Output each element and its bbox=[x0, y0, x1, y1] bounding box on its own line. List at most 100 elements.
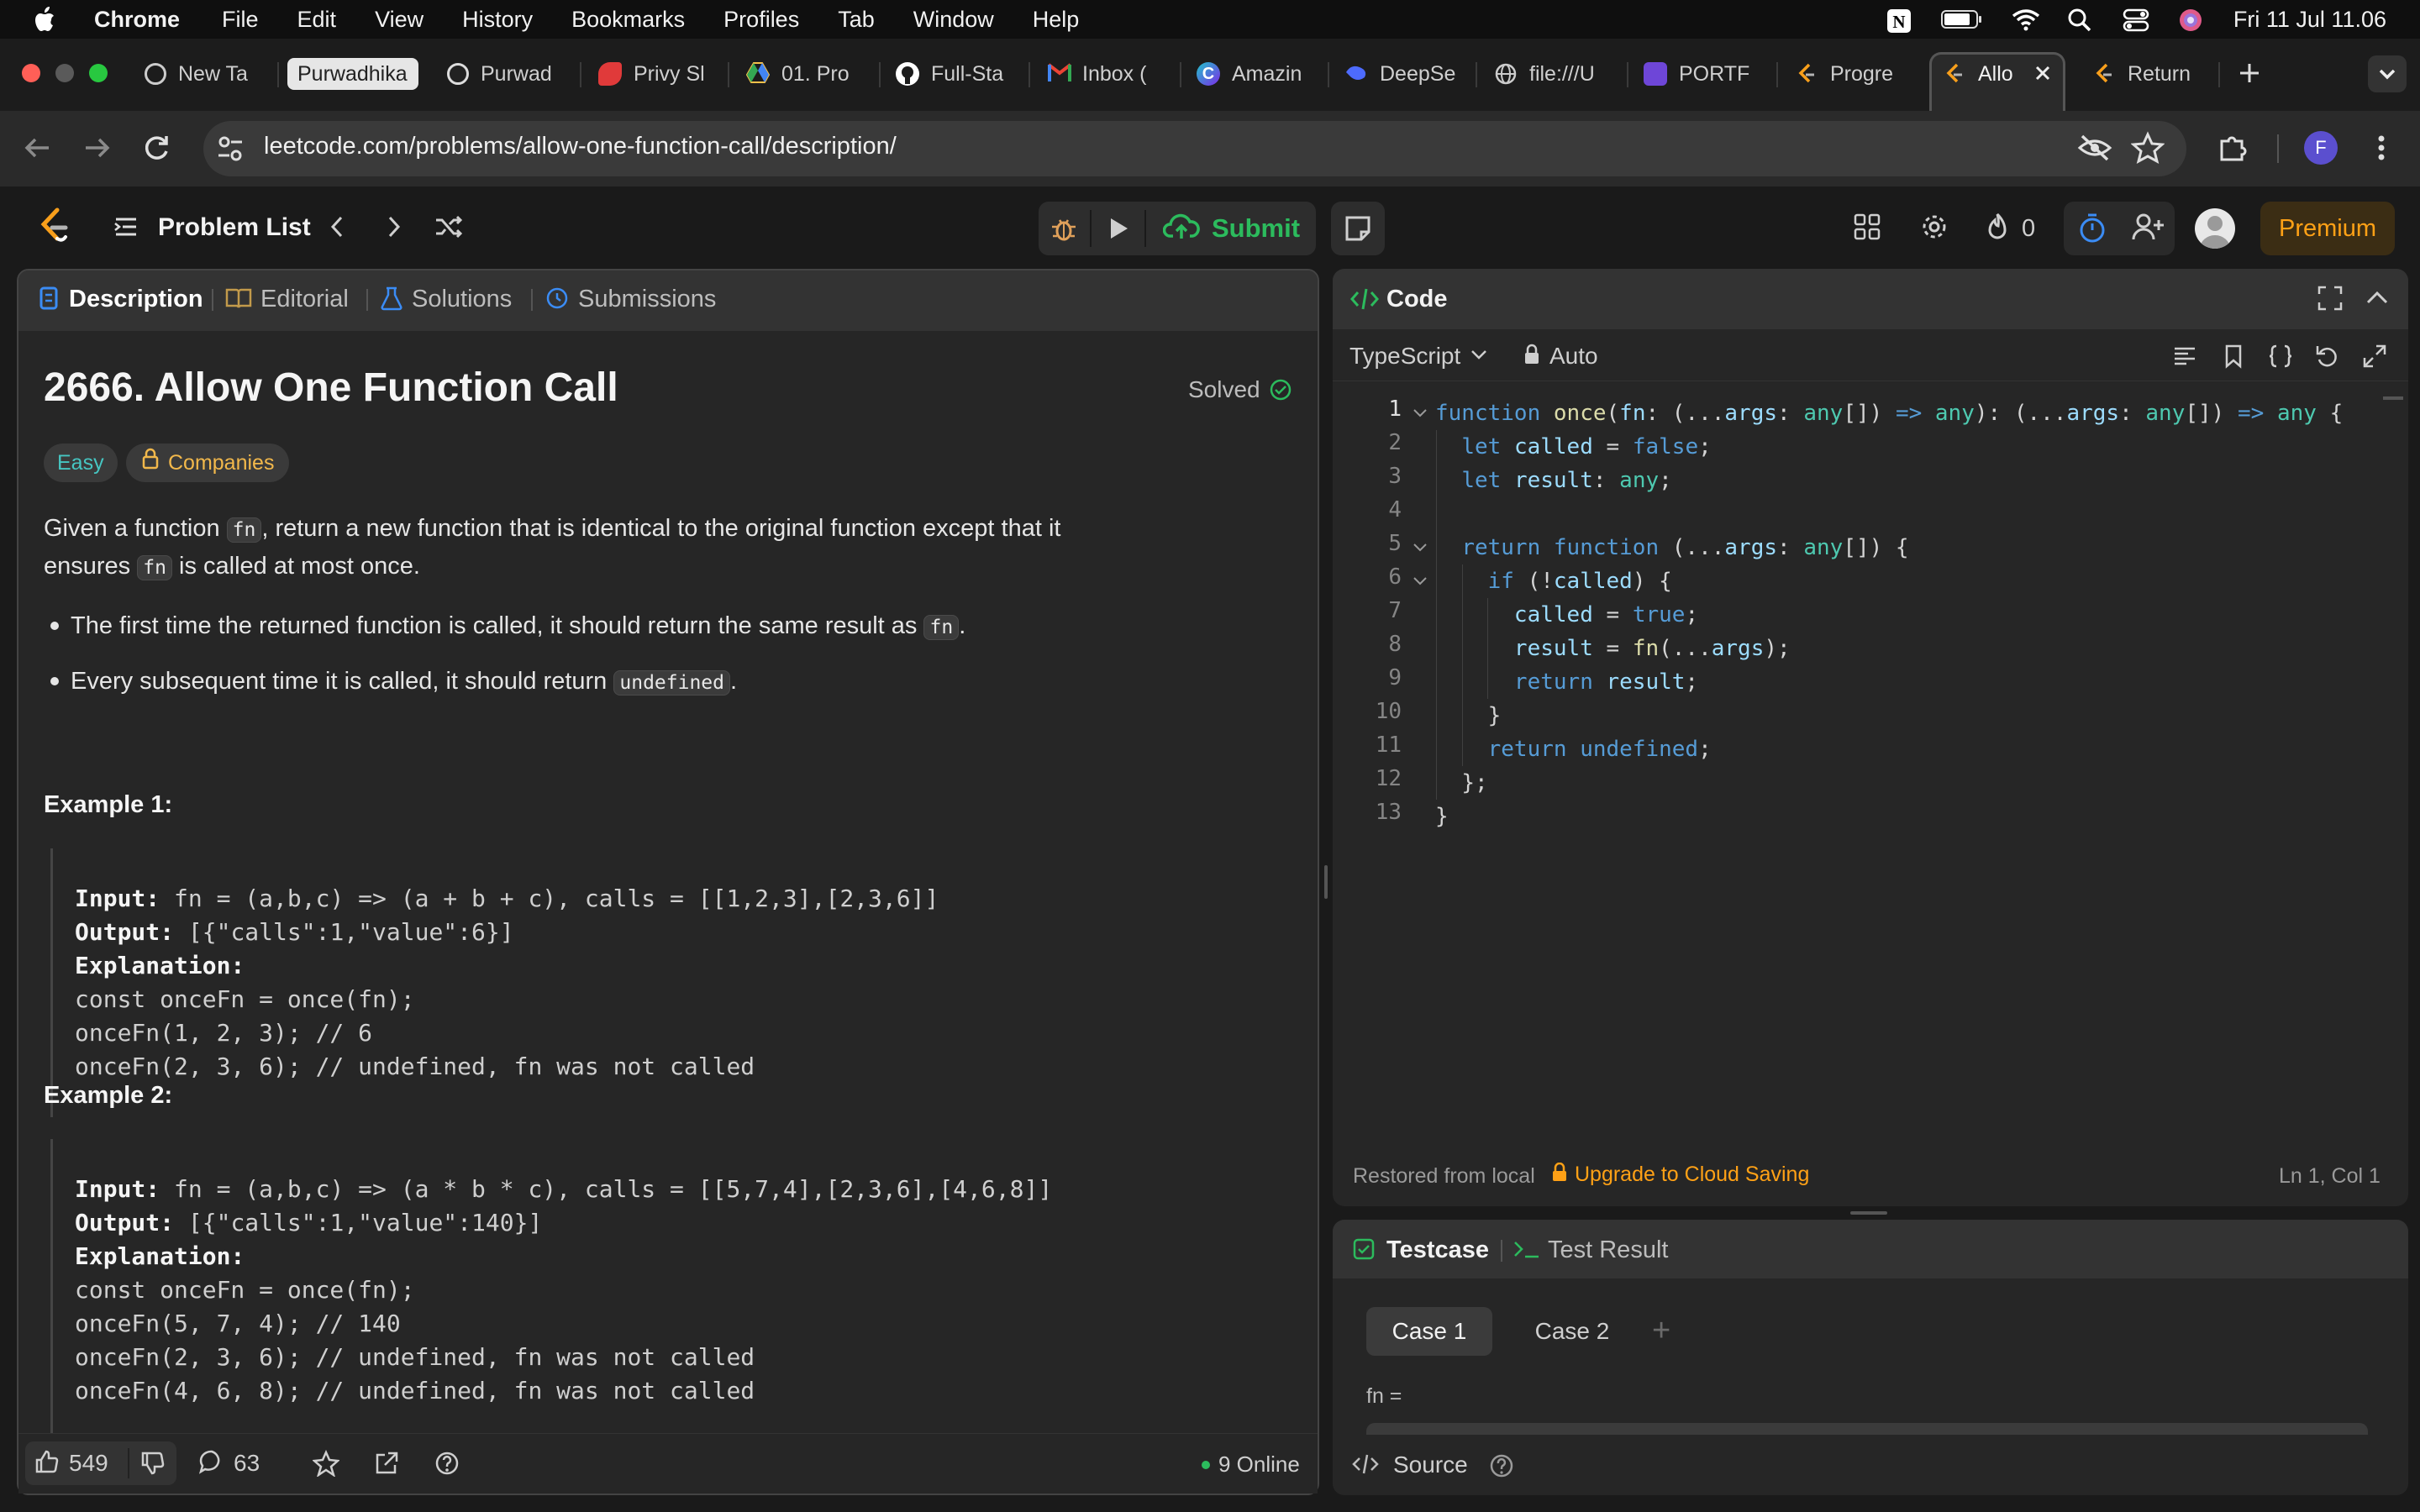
tab-solutions[interactable]: Solutions bbox=[412, 286, 512, 313]
back-arrow-icon[interactable] bbox=[20, 131, 54, 169]
streak-count[interactable]: 0 bbox=[2022, 215, 2035, 243]
maximize-panel-icon[interactable] bbox=[2316, 284, 2344, 317]
source-link[interactable]: Source bbox=[1393, 1452, 1468, 1478]
tab-purwadhika[interactable]: Purwad bbox=[447, 55, 560, 92]
fn-input-field[interactable] bbox=[1366, 1423, 2368, 1435]
apple-icon[interactable] bbox=[32, 5, 60, 34]
menu-view[interactable]: View bbox=[375, 7, 424, 33]
menu-history[interactable]: History bbox=[462, 7, 533, 33]
tracking-blocked-eye-icon[interactable] bbox=[2077, 133, 2112, 167]
companies-badge[interactable]: Companies bbox=[126, 444, 290, 482]
menu-bookmarks[interactable]: Bookmarks bbox=[571, 7, 685, 33]
case-1-tab[interactable]: Case 1 bbox=[1366, 1307, 1492, 1356]
add-friend-icon[interactable] bbox=[2131, 212, 2165, 246]
fold-chevron-icon[interactable] bbox=[1412, 407, 1428, 424]
extensions-puzzle-icon[interactable] bbox=[2217, 131, 2250, 169]
upgrade-cloud-saving-link[interactable]: Upgrade to Cloud Saving bbox=[1551, 1162, 1809, 1187]
tab-local-file[interactable]: file:///U bbox=[1494, 55, 1608, 92]
tab-privy[interactable]: Privy Sl bbox=[598, 55, 713, 92]
tab-close-icon[interactable] bbox=[2030, 60, 2055, 86]
menubar-clock[interactable]: Fri 11 Jul 11.06 bbox=[2233, 7, 2386, 33]
menu-edit[interactable]: Edit bbox=[297, 7, 337, 33]
menu-app-name[interactable]: Chrome bbox=[94, 7, 180, 33]
leetcode-logo-icon[interactable] bbox=[37, 207, 71, 249]
tab-test-result[interactable]: Test Result bbox=[1548, 1236, 1668, 1264]
fold-chevron-icon[interactable] bbox=[1412, 541, 1428, 559]
bookmark-icon[interactable] bbox=[2220, 343, 2247, 374]
share-external-icon[interactable] bbox=[373, 1450, 400, 1481]
notion-icon[interactable]: N bbox=[1886, 8, 1912, 33]
menu-tab[interactable]: Tab bbox=[838, 7, 875, 33]
battery-icon[interactable] bbox=[1940, 8, 1983, 31]
problem-list-icon[interactable] bbox=[113, 213, 139, 244]
add-case-plus-icon[interactable]: + bbox=[1652, 1312, 1670, 1349]
run-play-icon[interactable] bbox=[1102, 213, 1133, 248]
curly-braces-icon[interactable] bbox=[2267, 343, 2294, 374]
url-text[interactable]: leetcode.com/problems/allow-one-function… bbox=[264, 133, 897, 160]
reset-code-icon[interactable] bbox=[2314, 343, 2341, 374]
tab-submissions[interactable]: Submissions bbox=[578, 286, 716, 313]
editor-scrollbar[interactable] bbox=[2383, 396, 2403, 400]
menu-file[interactable]: File bbox=[222, 7, 259, 33]
tab-portfolio[interactable]: PORTF bbox=[1644, 55, 1758, 92]
vertical-resize-handle[interactable] bbox=[1324, 865, 1328, 899]
timer-stopwatch-icon[interactable] bbox=[2077, 212, 2107, 249]
user-avatar[interactable] bbox=[2195, 208, 2235, 249]
problem-title[interactable]: 2666. Allow One Function Call bbox=[44, 365, 618, 411]
streak-flame-icon[interactable] bbox=[1985, 212, 2010, 246]
tab-testcase[interactable]: Testcase bbox=[1386, 1236, 1489, 1264]
zoom-window-button[interactable] bbox=[89, 64, 108, 82]
favorite-star-icon[interactable] bbox=[312, 1449, 340, 1481]
like-button[interactable]: 549 bbox=[34, 1446, 108, 1480]
close-window-button[interactable] bbox=[22, 64, 40, 82]
tab-canva[interactable]: C Amazin bbox=[1197, 55, 1311, 92]
menu-profiles[interactable]: Profiles bbox=[723, 7, 799, 33]
code-editor[interactable]: 1 2 3 4 5 6 7 8 9 10 11 12 13 function o… bbox=[1334, 396, 2407, 1152]
premium-button[interactable]: Premium bbox=[2260, 202, 2395, 255]
tab-return[interactable]: Return bbox=[2092, 55, 2207, 92]
case-2-tab[interactable]: Case 2 bbox=[1509, 1307, 1635, 1356]
new-tab-icon[interactable] bbox=[2235, 59, 2264, 87]
bookmark-star-icon[interactable] bbox=[2130, 131, 2165, 169]
forward-arrow-icon[interactable] bbox=[81, 131, 114, 169]
problem-list-link[interactable]: Problem List bbox=[158, 213, 311, 242]
tab-github[interactable]: Full-Sta bbox=[896, 55, 1010, 92]
source-help-icon[interactable] bbox=[1489, 1453, 1514, 1483]
format-code-icon[interactable] bbox=[2171, 343, 2198, 374]
fullscreen-editor-icon[interactable] bbox=[2361, 343, 2388, 374]
wifi-icon[interactable] bbox=[2012, 8, 2039, 31]
siri-icon[interactable] bbox=[2178, 8, 2205, 31]
autocomplete-mode[interactable]: Auto bbox=[1523, 339, 1598, 373]
tab-drive[interactable]: 01. Pro bbox=[746, 55, 860, 92]
comments-button[interactable]: 63 bbox=[198, 1446, 260, 1480]
spotlight-search-icon[interactable] bbox=[2067, 8, 2094, 32]
previous-problem-chevron-icon[interactable] bbox=[326, 213, 348, 244]
help-question-icon[interactable] bbox=[434, 1450, 460, 1481]
tab-progress[interactable]: Progre bbox=[1795, 55, 1902, 92]
tab-group-chip-purwadhika[interactable]: Purwadhika bbox=[287, 58, 418, 90]
profile-avatar[interactable]: F bbox=[2304, 131, 2338, 165]
notes-button[interactable] bbox=[1331, 202, 1385, 255]
fold-chevron-icon[interactable] bbox=[1412, 575, 1428, 592]
site-info-icon[interactable] bbox=[217, 134, 244, 167]
settings-gear-icon[interactable] bbox=[1919, 212, 1949, 246]
collapse-panel-chevron-icon[interactable] bbox=[2363, 284, 2391, 317]
menu-window[interactable]: Window bbox=[913, 7, 994, 33]
tab-new-tab[interactable]: New Ta bbox=[145, 55, 271, 92]
reload-icon[interactable] bbox=[139, 131, 173, 169]
layout-grid-icon[interactable] bbox=[1852, 212, 1882, 246]
minimize-window-button[interactable] bbox=[55, 64, 74, 82]
tab-search-button[interactable] bbox=[2368, 55, 2407, 92]
menu-help[interactable]: Help bbox=[1033, 7, 1080, 33]
thumbs-down-icon[interactable] bbox=[139, 1450, 166, 1481]
debug-bug-icon[interactable] bbox=[1049, 213, 1079, 248]
chrome-menu-icon[interactable] bbox=[2373, 131, 2390, 169]
language-select[interactable]: TypeScript bbox=[1349, 339, 1489, 373]
tab-gmail[interactable]: Inbox ( bbox=[1047, 55, 1161, 92]
horizontal-resize-handle[interactable] bbox=[1850, 1211, 1887, 1215]
tab-editorial[interactable]: Editorial bbox=[260, 286, 349, 313]
random-problem-shuffle-icon[interactable] bbox=[434, 213, 464, 244]
tab-description[interactable]: Description bbox=[69, 286, 203, 313]
next-problem-chevron-icon[interactable] bbox=[383, 213, 405, 244]
tab-allow-one-function-call[interactable]: Allo bbox=[1943, 55, 2035, 92]
